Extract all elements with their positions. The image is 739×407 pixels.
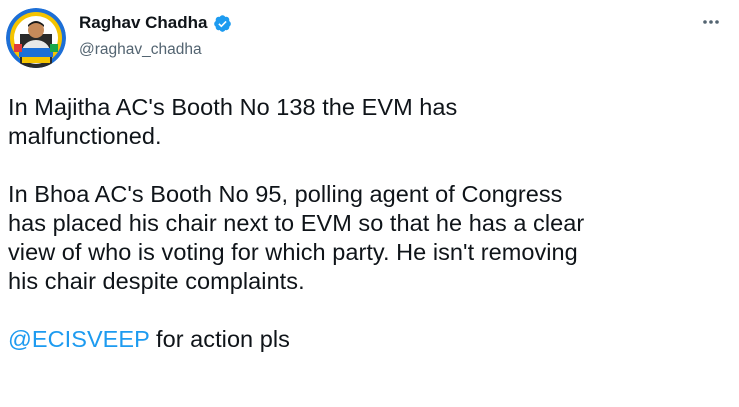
tweet-line: view of who is voting for which party. H… xyxy=(8,239,578,265)
tweet-paragraph-2: In Bhoa AC's Booth No 95, polling agent … xyxy=(8,180,732,296)
verified-badge-icon xyxy=(213,14,232,33)
mention-link[interactable]: @ECISVEEP xyxy=(8,326,149,352)
author-handle[interactable]: @raghav_chadha xyxy=(79,41,202,59)
tweet-card: Raghav Chadha @raghav_chadha In Majitha … xyxy=(0,0,739,407)
tweet-text-segment: for action pls xyxy=(149,326,290,352)
tweet-line: In Majitha AC's Booth No 138 the EVM has xyxy=(8,94,458,120)
avatar-image xyxy=(6,8,66,68)
tweet-paragraph-3: @ECISVEEP for action pls xyxy=(8,325,732,354)
tweet-line: malfunctioned. xyxy=(8,123,162,149)
tweet-line: has placed his chair next to EVM so that… xyxy=(8,210,585,236)
tweet-line: his chair despite complaints. xyxy=(8,268,305,294)
more-options-button[interactable] xyxy=(699,12,723,32)
tweet-line: In Bhoa AC's Booth No 95, polling agent … xyxy=(8,181,563,207)
more-horizontal-icon xyxy=(703,20,719,24)
display-name[interactable]: Raghav Chadha xyxy=(79,13,207,33)
tweet-paragraph-1: In Majitha AC's Booth No 138 the EVM has… xyxy=(8,93,732,151)
tweet-line: @ECISVEEP for action pls xyxy=(8,325,732,354)
tweet-text: In Majitha AC's Booth No 138 the EVM has… xyxy=(8,93,732,354)
author-name-row: Raghav Chadha xyxy=(79,13,232,33)
avatar[interactable] xyxy=(6,8,66,68)
